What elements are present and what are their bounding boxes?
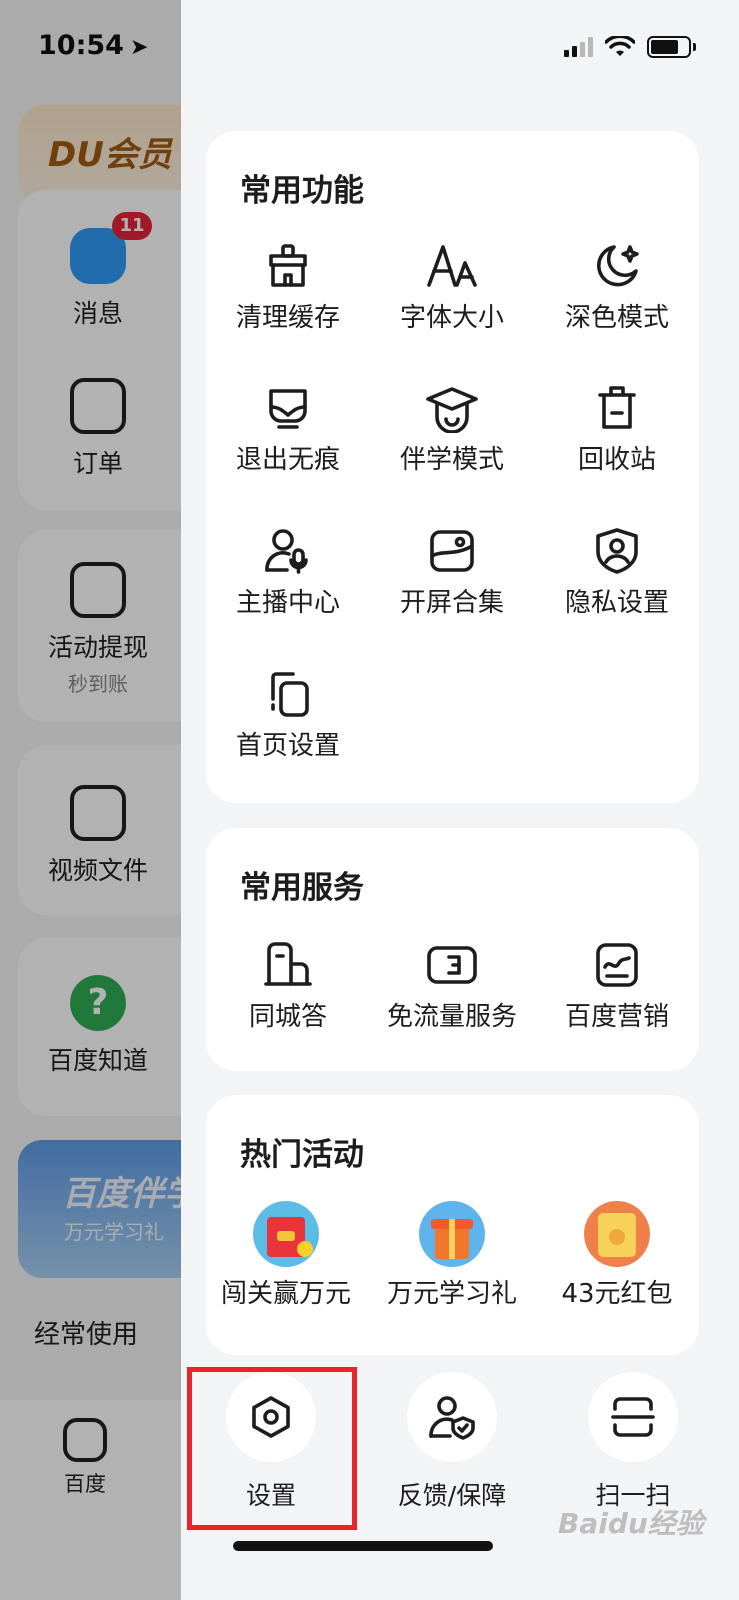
grid-item-label: 回收站 [577,445,656,475]
common-services-title: 常用服务 [240,870,364,906]
grid-item-label: 43元红包 [561,1279,673,1309]
highlight-box [187,1367,357,1530]
incognito-mask-icon [269,389,307,429]
exit-incognito-button[interactable]: 退出无痕 [206,383,370,476]
home-indicator[interactable] [233,1541,493,1551]
streamer-mic-icon [265,529,308,574]
local-qa-button[interactable]: 同城答 [206,940,370,1033]
status-indicators [564,36,696,58]
building-icon [264,942,312,986]
grid-item-label: 清理缓存 [235,303,340,333]
image-gallery-icon [430,530,474,572]
battery-level [651,40,678,54]
sim-card-icon [427,946,477,984]
grid-item-label: 退出无痕 [235,445,340,475]
red-envelope-icon [253,1201,319,1267]
streamer-center-button[interactable]: 主播中心 [206,526,370,619]
scan-icon [611,1397,655,1437]
broom-icon [269,244,307,287]
feedback-circle [407,1372,497,1462]
graduation-cap-icon [426,387,478,433]
hot-activities-card: 热门活动 闯关赢万元 万元学习礼 43元红包 [206,1095,699,1355]
font-size-icon [427,245,477,287]
recycle-bin-button[interactable]: 回收站 [535,383,699,476]
common-functions-card: 常用功能 清理缓存 字体大小 深色模式 退出无痕 伴学模式 回收站 主播中心 开… [206,131,699,803]
privacy-shield-icon [596,528,638,574]
common-services-card: 常用服务 同城答 免流量服务 百度营销 [206,828,699,1071]
homepage-settings-icon [271,672,309,717]
common-functions-title: 常用功能 [240,173,364,209]
feedback-shield-icon [429,1396,475,1440]
activity-challenge-button[interactable]: 闯关赢万元 [204,1201,368,1310]
side-drawer: 常用功能 清理缓存 字体大小 深色模式 退出无痕 伴学模式 回收站 主播中心 开… [181,0,739,1600]
scan-button[interactable]: 扫一扫 [548,1372,718,1512]
feedback-button[interactable]: 反馈/保障 [367,1372,537,1512]
watermark-logo: Baidu经验 [558,1507,704,1540]
font-size-button[interactable]: 字体大小 [370,241,534,334]
gold-envelope-icon [584,1201,650,1267]
study-mode-button[interactable]: 伴学模式 [370,383,534,476]
grid-item-label: 首页设置 [235,731,340,761]
privacy-settings-button[interactable]: 隐私设置 [535,526,699,619]
homepage-settings-button[interactable]: 首页设置 [206,669,370,762]
hot-activities-title: 热门活动 [240,1137,364,1173]
bottom-item-label: 反馈/保障 [397,1481,507,1510]
battery-icon [647,36,696,58]
free-data-service-button[interactable]: 免流量服务 [370,940,534,1033]
grid-item-label: 万元学习礼 [386,1279,517,1309]
grid-item-label: 开屏合集 [399,588,504,618]
baidu-marketing-button[interactable]: 百度营销 [535,940,699,1033]
grid-item-label: 免流量服务 [386,1002,517,1032]
splash-collection-button[interactable]: 开屏合集 [370,526,534,619]
grid-item-label: 隐私设置 [564,588,669,618]
clear-cache-button[interactable]: 清理缓存 [206,241,370,334]
activity-red-packet-button[interactable]: 43元红包 [535,1201,699,1310]
grid-item-label: 伴学模式 [399,445,504,475]
grid-item-label: 闯关赢万元 [220,1279,351,1309]
grid-item-label: 深色模式 [564,303,669,333]
marketing-chart-icon [596,943,638,987]
moon-icon [597,245,639,287]
grid-item-label: 字体大小 [399,303,504,333]
grid-item-label: 百度营销 [564,1002,669,1032]
grid-item-label: 同城答 [248,1002,327,1032]
gift-box-icon [419,1201,485,1267]
cellular-signal-icon [564,37,593,57]
grid-item-label: 主播中心 [235,588,340,618]
dark-mode-button[interactable]: 深色模式 [535,241,699,334]
activity-study-gift-button[interactable]: 万元学习礼 [370,1201,534,1310]
trash-icon [598,386,636,429]
scan-circle [588,1372,678,1462]
wifi-icon [605,36,635,56]
